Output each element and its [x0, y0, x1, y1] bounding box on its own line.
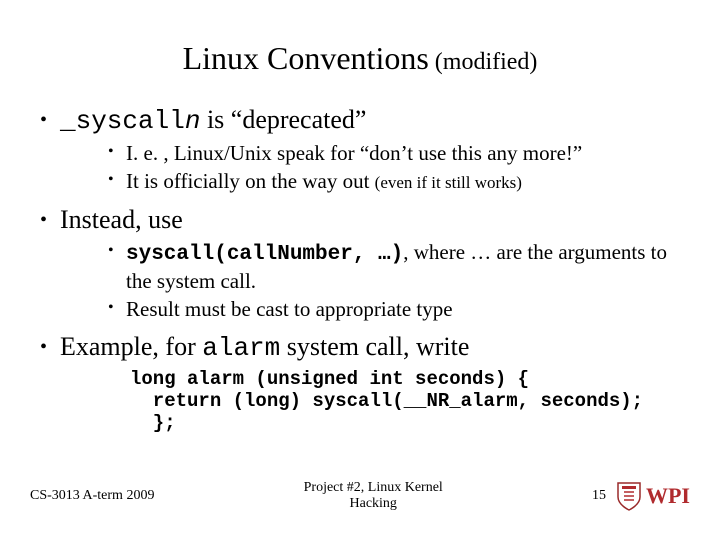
bullet-2-sublist: syscall(callNumber, …), where … are the …: [108, 239, 690, 323]
bullet-3: Example, for alarm system call, write lo…: [40, 332, 690, 435]
bullet-2-text: Instead, use: [60, 205, 183, 234]
bullet-1-sub-2: It is officially on the way out (even if…: [108, 168, 690, 194]
bullet-1: _syscalln is “deprecated” I. e. , Linux/…: [40, 105, 690, 195]
footer-center-line2: Hacking: [350, 496, 397, 511]
shield-icon: [616, 481, 642, 511]
footer-left: CS-3013 A-term 2009: [30, 488, 154, 504]
footer: CS-3013 A-term 2009 Project #2, Linux Ke…: [30, 480, 690, 512]
bullet-2-sub-2: Result must be cast to appropriate type: [108, 296, 690, 322]
wpi-text: WPI: [646, 483, 690, 509]
wpi-logo: WPI: [616, 481, 690, 511]
bullet-1-code: _syscall: [60, 106, 185, 136]
bullet-list: _syscalln is “deprecated” I. e. , Linux/…: [40, 105, 690, 435]
bullet-3-code: alarm: [202, 333, 280, 363]
slide-title: Linux Conventions (modified): [30, 40, 690, 77]
bullet-1-code-italic: n: [185, 106, 201, 136]
code-block: long alarm (unsigned int seconds) { retu…: [130, 369, 690, 435]
bullet-3a: Example, for: [60, 332, 202, 361]
bullet-3b: system call, write: [280, 332, 469, 361]
bullet-1-text: is “deprecated”: [200, 105, 366, 134]
bullet-1-sub-2a: It is officially on the way out: [126, 169, 375, 193]
footer-center-line1: Project #2, Linux Kernel: [304, 480, 443, 495]
bullet-2-sub-1-code: syscall(callNumber, …): [126, 243, 403, 266]
bullet-1-sub-2-small: (even if it still works): [375, 173, 522, 192]
bullet-1-sub-1: I. e. , Linux/Unix speak for “don’t use …: [108, 140, 690, 166]
slide: Linux Conventions (modified) _syscalln i…: [0, 0, 720, 540]
bullet-2: Instead, use syscall(callNumber, …), whe…: [40, 205, 690, 323]
footer-right: 15 WPI: [592, 481, 690, 511]
bullet-1-sublist: I. e. , Linux/Unix speak for “don’t use …: [108, 140, 690, 195]
footer-center: Project #2, Linux Kernel Hacking: [304, 480, 443, 512]
title-main: Linux Conventions: [183, 40, 429, 76]
bullet-2-sub-1: syscall(callNumber, …), where … are the …: [108, 239, 690, 295]
page-number: 15: [592, 488, 606, 504]
title-modified: (modified): [429, 49, 538, 75]
